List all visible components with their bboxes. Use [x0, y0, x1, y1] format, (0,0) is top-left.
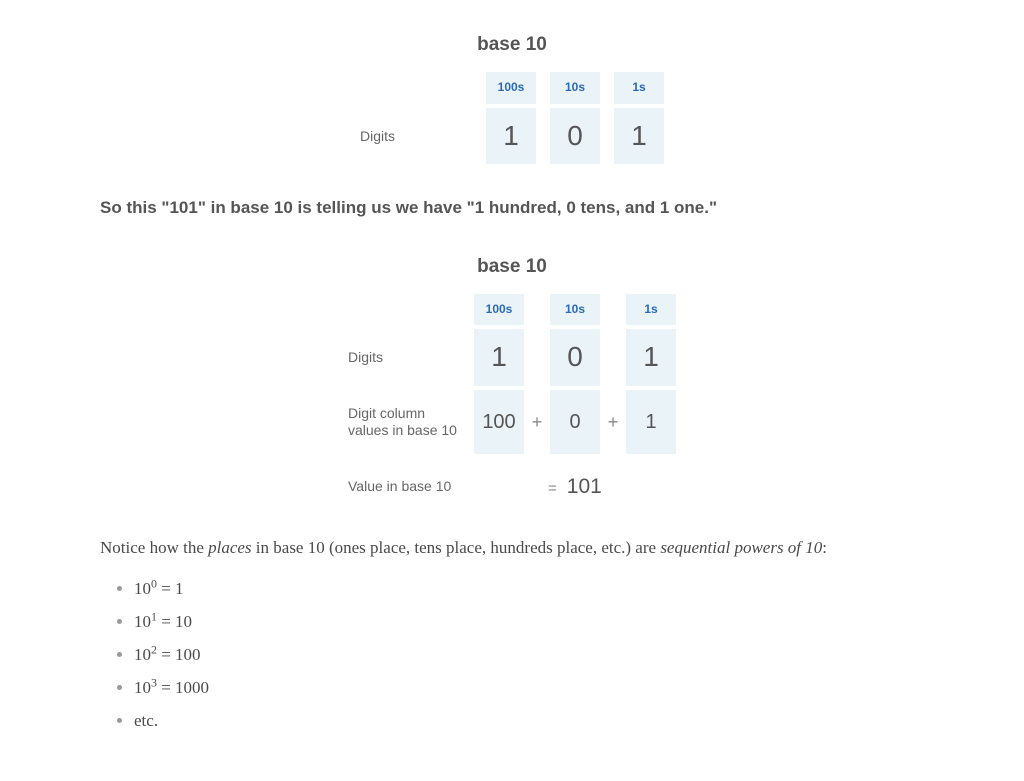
power-base: 10	[134, 579, 151, 598]
plus-icon: +	[530, 408, 544, 437]
emphasis-sentence: So this "101" in base 10 is telling us w…	[100, 194, 924, 221]
list-item: 100 = 1	[134, 575, 924, 602]
power-base: 10	[134, 645, 151, 664]
list-item: etc.	[134, 707, 924, 734]
list-item: 101 = 10	[134, 608, 924, 635]
table1-title: base 10	[477, 30, 547, 60]
plus-icon: +	[606, 408, 620, 437]
table1-digit-10s: 0	[550, 108, 600, 165]
powers-list: 100 = 1 101 = 10 102 = 100 103 = 1000 et…	[134, 575, 924, 735]
table1-rowlabel-digits: Digits	[360, 128, 480, 145]
para-text: :	[822, 538, 827, 557]
table2-result-value: 101	[567, 475, 602, 498]
table2-header-100s: 100s	[474, 294, 524, 325]
power-val: 1	[175, 579, 184, 598]
power-eq: =	[157, 645, 175, 664]
table1-header-100s: 100s	[486, 72, 536, 103]
table1-header-1s: 1s	[614, 72, 664, 103]
list-item: 103 = 1000	[134, 674, 924, 701]
table2-digit-1s: 1	[626, 329, 676, 386]
table2-value-10s: 0	[550, 390, 600, 454]
table2-value-1s: 1	[626, 390, 676, 454]
table1-digit-1s: 1	[614, 108, 664, 165]
power-base: 10	[134, 678, 151, 697]
power-val: 100	[175, 645, 201, 664]
para-text: Notice how the	[100, 538, 208, 557]
power-eq: =	[157, 612, 175, 631]
table2-result: = 101	[474, 470, 676, 504]
para-em-powers: sequential powers of 10	[660, 538, 822, 557]
table2-rowlabel-values: Digit column values in base 10	[348, 405, 468, 439]
table2-rowlabel-digits: Digits	[348, 349, 468, 366]
places-paragraph: Notice how the places in base 10 (ones p…	[100, 534, 924, 561]
table1-grid: 100s 10s 1s Digits 1 0 1	[360, 72, 664, 164]
table2-title: base 10	[477, 252, 547, 282]
power-base: 10	[134, 612, 151, 631]
table1-header-10s: 10s	[550, 72, 600, 103]
para-em-places: places	[208, 538, 251, 557]
table2-header-1s: 1s	[626, 294, 676, 325]
table-base10-digits: base 10 100s 10s 1s Digits 1 0 1	[100, 30, 924, 164]
power-eq: =	[157, 678, 175, 697]
power-val: 1000	[175, 678, 209, 697]
table1-digit-100s: 1	[486, 108, 536, 165]
table2-digit-10s: 0	[550, 329, 600, 386]
equals-sign: =	[548, 480, 557, 497]
table2-rowlabel-result: Value in base 10	[348, 478, 468, 495]
table-base10-full: base 10 100s 10s 1s Digits 1 0 1 Digit c…	[100, 252, 924, 504]
table2-grid: 100s 10s 1s Digits 1 0 1 Digit column va…	[348, 294, 676, 504]
power-val: 10	[175, 612, 192, 631]
table2-digit-100s: 1	[474, 329, 524, 386]
para-text: in base 10 (ones place, tens place, hund…	[252, 538, 661, 557]
power-eq: =	[157, 579, 175, 598]
table2-header-10s: 10s	[550, 294, 600, 325]
list-item: 102 = 100	[134, 641, 924, 668]
table2-value-100s: 100	[474, 390, 524, 454]
